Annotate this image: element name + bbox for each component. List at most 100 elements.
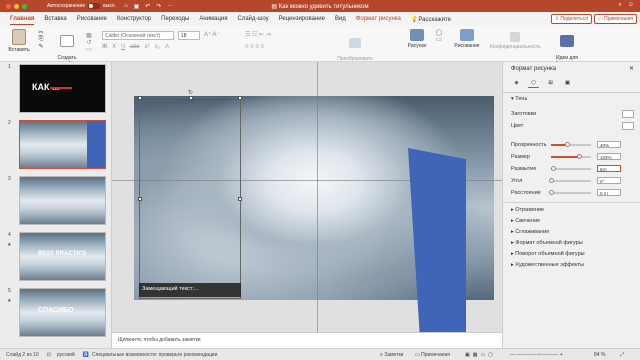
divider	[503, 92, 640, 93]
rotate-handle-icon[interactable]: ↻	[188, 89, 193, 96]
underline-icon[interactable]: Ч	[121, 44, 125, 50]
size-properties-icon[interactable]: ⊞	[545, 78, 556, 88]
tab-picture-format[interactable]: Формат рисунка	[356, 16, 401, 22]
language-indicator[interactable]: русский	[57, 352, 75, 358]
superscript-icon[interactable]: x²	[145, 44, 150, 50]
tab-tell-me[interactable]: 💡Расскажите	[411, 16, 451, 23]
row-size: Размер 102%	[511, 152, 634, 161]
shapes-icons[interactable]: ◯ ▭	[432, 29, 446, 43]
alt-text-caption[interactable]: Замещающий текст:...	[139, 283, 241, 297]
subscript-icon[interactable]: x₂	[155, 44, 160, 50]
font-name-select[interactable]: Calibri (Основной текст)	[102, 31, 174, 40]
notes-toggle[interactable]: ≡ Заметки	[380, 352, 403, 358]
zoom-level[interactable]: 84 %	[594, 352, 605, 358]
thumb-number: 4	[8, 232, 11, 238]
strikethrough-icon[interactable]: abc	[130, 44, 140, 50]
search-icon[interactable]: ⌕	[618, 2, 621, 9]
accessibility-status[interactable]: Специальные возможности: проверьте реком…	[92, 352, 217, 358]
list-icons[interactable]: ☰ ☷ ⇤ ⇥	[245, 31, 271, 38]
angle-input[interactable]: 0°	[597, 177, 621, 184]
tab-design[interactable]: Конструктор	[117, 16, 151, 22]
tab-animations[interactable]: Анимация	[199, 16, 227, 22]
tab-home[interactable]: Главная	[10, 16, 35, 25]
resize-handle[interactable]	[238, 197, 242, 201]
angle-slider[interactable]	[548, 177, 591, 183]
slide-thumb-3[interactable]	[19, 176, 106, 225]
tab-insert[interactable]: Вставка	[44, 16, 66, 22]
section-artistic-effects[interactable]: ▸ Художественные эффекты	[511, 262, 584, 268]
italic-icon[interactable]: К	[112, 44, 116, 50]
slider-knob[interactable]	[548, 189, 554, 195]
selected-picture[interactable]: ↻	[138, 90, 242, 299]
distance-slider[interactable]	[548, 189, 591, 195]
resize-handle[interactable]	[138, 96, 142, 100]
section-glow[interactable]: ▸ Свечение	[511, 218, 540, 224]
account-icon[interactable]: ☺	[628, 2, 634, 9]
bold-icon[interactable]: Ж	[102, 44, 107, 50]
tab-review[interactable]: Рецензирование	[279, 16, 325, 22]
section-reflection[interactable]: ▸ Отражение	[511, 207, 544, 213]
fill-line-icon[interactable]: ◈	[511, 78, 522, 88]
distance-input[interactable]: 0 пт	[597, 189, 621, 196]
slider-knob[interactable]	[548, 177, 554, 183]
paste-button[interactable]: Вставить	[6, 29, 32, 53]
row-angle: Угол 0°	[511, 176, 634, 185]
comments-button[interactable]: ▭ Примечания	[594, 14, 637, 24]
cut-copy-icons[interactable]: ✂ ⎘ ✎	[34, 29, 48, 50]
row-transparency: Прозрачность 40%	[511, 140, 634, 149]
presets-dropdown[interactable]	[622, 109, 634, 118]
font-size-select[interactable]: 18	[178, 31, 200, 40]
divider	[503, 202, 640, 203]
slide-thumb-5[interactable]: СПАСИБО	[19, 288, 106, 337]
picture-icon[interactable]: ▣	[562, 78, 573, 88]
section-soft-edges[interactable]: ▸ Сглаживание	[511, 229, 549, 235]
transparency-slider[interactable]	[551, 141, 591, 147]
section-shadow[interactable]: ▾ Тень	[511, 96, 527, 102]
thumb-title: СПАСИБО	[38, 307, 74, 314]
transparency-input[interactable]: 40%	[597, 141, 621, 148]
shield-icon	[510, 32, 520, 42]
font-grow-shrink[interactable]: A⁺ A⁻	[204, 31, 220, 38]
ribbon-toolbar: Вставить ✂⎘✎ Создать слайд ▦↺▭ Calibri (…	[0, 26, 640, 68]
share-button[interactable]: ⇪ Поделиться	[550, 14, 592, 24]
layout-icons[interactable]: ▦ ↺ ▭	[82, 32, 96, 53]
tab-slideshow[interactable]: Слайд-шоу	[237, 16, 268, 22]
resize-handle[interactable]	[138, 197, 142, 201]
size-input[interactable]: 102%	[597, 153, 621, 160]
title-bar: Автосохранение выкл. ⌂ ▣ ↶ ↷ ··· ▤ Как м…	[0, 0, 640, 12]
picture-button[interactable]: Рисунок	[405, 29, 429, 49]
slide-thumb-4[interactable]: BEST PRACTICS	[19, 232, 106, 281]
notes-field[interactable]: Щелкните, чтобы добавить заметки	[112, 332, 502, 348]
slider-knob[interactable]	[564, 141, 570, 147]
spellcheck-icon[interactable]: ⊡	[47, 352, 51, 358]
zoom-slider[interactable]: — ──────○───── +	[510, 352, 563, 358]
align-icons[interactable]: ≡ ≡ ≡ ≡	[245, 44, 264, 50]
tab-draw[interactable]: Рисование	[77, 16, 107, 22]
section-3d-format[interactable]: ▸ Формат объемной фигуры	[511, 240, 583, 246]
color-picker[interactable]	[622, 121, 634, 130]
font-color-icon[interactable]: A	[165, 44, 169, 50]
transparency-label: Прозрачность	[511, 141, 547, 148]
blur-input[interactable]: 6пт	[597, 165, 621, 172]
drawing-button[interactable]: Рисование	[452, 29, 482, 49]
view-buttons[interactable]: ▣▦▭▢	[465, 352, 496, 358]
effects-icon[interactable]: ⬠	[528, 78, 539, 88]
size-slider[interactable]	[551, 153, 591, 159]
tab-transitions[interactable]: Переходы	[161, 16, 189, 22]
thumb-title: BEST PRACTICS	[38, 251, 87, 257]
resize-handle[interactable]	[189, 96, 193, 100]
tab-view[interactable]: Вид	[335, 16, 346, 22]
blur-slider[interactable]	[550, 165, 591, 171]
slider-knob[interactable]	[550, 165, 556, 171]
fit-slide-icon[interactable]: ⤢	[620, 352, 624, 358]
clipboard-icon	[12, 29, 26, 45]
section-3d-rotation[interactable]: ▸ Поворот объемной фигуры	[511, 251, 585, 257]
confidentiality-button[interactable]: Конфиденциальность	[490, 32, 541, 50]
slider-knob[interactable]	[576, 153, 582, 159]
slide-thumb-2[interactable]	[19, 120, 106, 169]
slide-thumb-1[interactable]: КАК ...	[19, 64, 106, 113]
vertical-guide	[317, 62, 318, 332]
close-icon[interactable]: ✕	[629, 65, 634, 72]
resize-handle[interactable]	[238, 96, 242, 100]
comments-toggle[interactable]: ▭ Примечания	[415, 352, 450, 358]
